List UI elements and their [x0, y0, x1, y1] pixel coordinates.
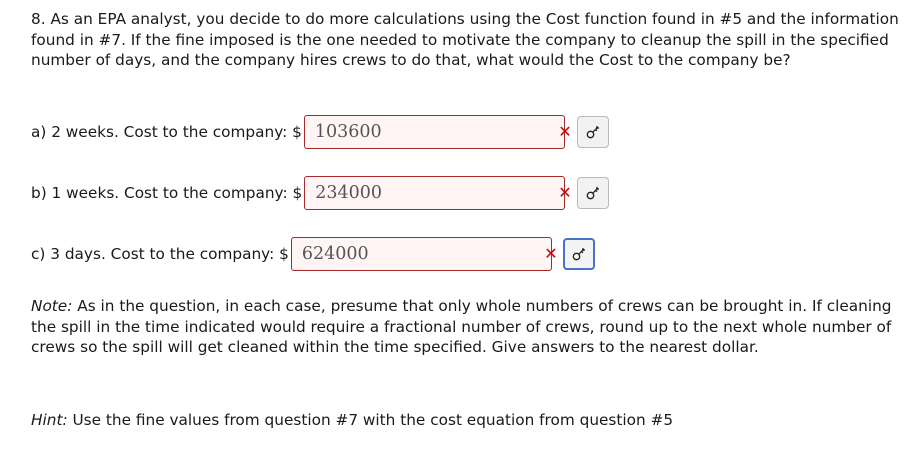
part-a-key-button[interactable]: [577, 116, 609, 148]
part-a-answer-value: 103600: [314, 122, 382, 142]
incorrect-x-icon: ✕: [558, 183, 572, 202]
part-c-answer-value: 624000: [301, 244, 369, 264]
key-icon: [572, 248, 585, 261]
part-b-answer-input[interactable]: 234000: [304, 176, 566, 210]
hint-body: Use the fine values from question #7 wit…: [67, 411, 674, 429]
note-prefix: Note:: [31, 297, 73, 315]
part-b: b) 1 weeks. Cost to the company: $ 23400…: [31, 174, 566, 212]
key-icon: [586, 187, 599, 200]
note-text: Note: As in the question, in each case, …: [31, 296, 901, 358]
part-a-currency: $: [292, 123, 302, 141]
part-c-label: c) 3 days. Cost to the company:: [31, 245, 280, 263]
incorrect-x-icon: ✕: [558, 122, 572, 141]
part-a-label: a) 2 weeks. Cost to the company:: [31, 123, 293, 141]
part-b-currency: $: [292, 184, 303, 202]
question-text: 8. As an EPA analyst, you decide to do m…: [31, 10, 899, 69]
part-b-label: b) 1 weeks. Cost to the company:: [31, 184, 293, 202]
incorrect-x-icon: ✕: [544, 244, 558, 263]
hint-text: Hint: Use the fine values from question …: [31, 410, 901, 431]
note-body: As in the question, in each case, presum…: [31, 297, 892, 356]
part-a-answer-input[interactable]: 103600: [303, 115, 565, 149]
part-c-key-button[interactable]: [563, 238, 595, 270]
hint-prefix: Hint:: [31, 411, 68, 429]
part-b-answer-value: 234000: [315, 183, 383, 203]
part-a: a) 2 weeks. Cost to the company: $ 10360…: [31, 113, 565, 151]
part-c-currency: $: [279, 245, 289, 263]
part-c: c) 3 days. Cost to the company: $ 624000: [31, 235, 552, 273]
part-c-answer-input[interactable]: 624000: [290, 237, 552, 271]
part-b-key-button[interactable]: [577, 177, 609, 209]
key-icon: [586, 126, 599, 139]
